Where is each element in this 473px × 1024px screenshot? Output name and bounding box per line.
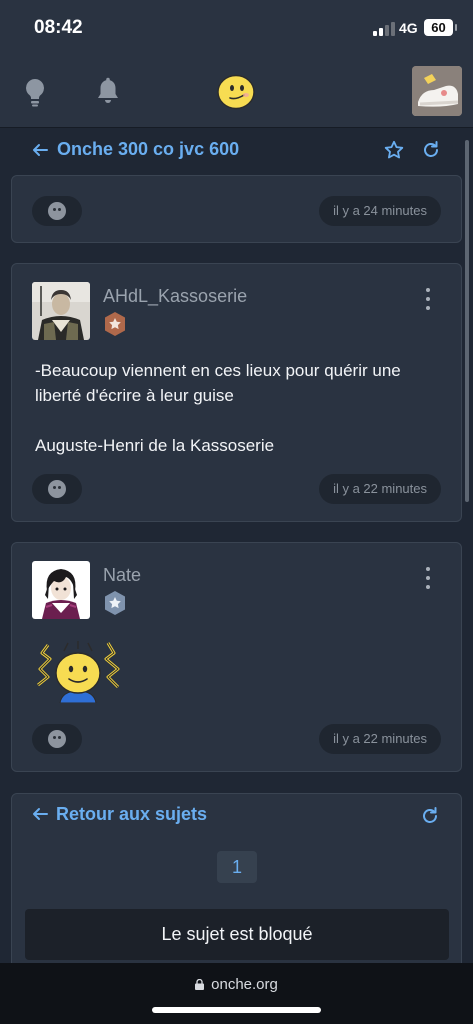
post-timestamp: il y a 22 minutes [319,724,441,754]
star-icon[interactable] [384,140,404,160]
browser-address-bar: onche.org [0,963,473,1024]
smiley-icon [48,730,66,748]
reaction-button[interactable] [32,196,82,226]
back-arrow-icon [33,808,48,820]
onche-sticker-icon [37,641,120,703]
back-to-topics-link[interactable]: Retour aux sujets [32,804,207,825]
post-timestamp: il y a 22 minutes [319,474,441,504]
post-card: il y a 24 minutes [11,175,462,243]
avatar[interactable] [32,561,90,619]
topic-header: Onche 300 co jvc 600 [0,128,473,174]
lock-icon [195,979,205,990]
post-card: AHdL_Kassoserie -Beaucoup viennent en ce… [11,263,462,522]
post-card: Nate il y a 22 minutes [11,542,462,772]
post-username[interactable]: Nate [103,565,141,586]
post-paragraph: Auguste-Henri de la Kassoserie [35,436,275,455]
reaction-button[interactable] [32,724,82,754]
more-options-icon[interactable] [424,288,432,310]
post-body: -Beaucoup viennent en ces lieux pour qué… [35,358,450,483]
url-bar[interactable]: onche.org [0,976,473,993]
smiley-icon [48,202,66,220]
home-indicator[interactable] [152,1007,321,1013]
url-text: onche.org [211,976,278,993]
network-label: 4G [399,20,418,36]
reaction-button[interactable] [32,474,82,504]
post-paragraph: -Beaucoup viennent en ces lieux pour qué… [35,361,401,405]
refresh-icon[interactable] [420,806,440,826]
status-time: 08:42 [34,17,83,38]
refresh-icon[interactable] [421,140,441,160]
scrollbar[interactable] [465,140,469,502]
post-username[interactable]: AHdL_Kassoserie [103,286,247,307]
status-bar: 08:42 4G 60 [0,0,473,56]
lightbulb-icon[interactable] [22,77,48,107]
silver-badge-icon [105,591,125,615]
onche-logo-icon[interactable] [216,74,256,110]
smiley-icon [48,480,66,498]
user-avatar[interactable] [412,66,462,116]
battery-icon: 60 [424,19,457,36]
topic-title[interactable]: Onche 300 co jvc 600 [57,139,239,160]
topic-footer: Retour aux sujets 1 Le sujet est bloqué [11,793,462,968]
signal-icon [373,22,395,36]
bronze-badge-icon [105,312,125,336]
back-to-topics-label: Retour aux sujets [56,804,208,824]
bell-icon[interactable] [95,77,121,107]
locked-topic-notice: Le sujet est bloqué [25,909,449,960]
page-number-button[interactable]: 1 [217,851,257,883]
avatar[interactable] [32,282,90,340]
top-nav [0,56,473,128]
post-timestamp: il y a 24 minutes [319,196,441,226]
more-options-icon[interactable] [424,567,432,589]
back-arrow-icon[interactable] [32,142,48,158]
